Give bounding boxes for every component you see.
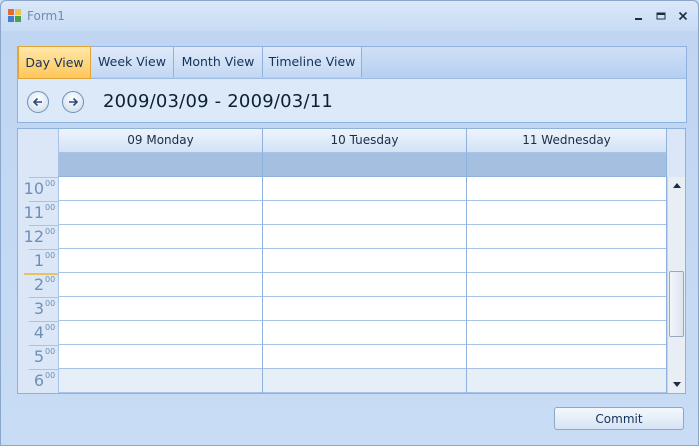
minimize-button[interactable] (629, 7, 649, 25)
triangle-up-icon (673, 183, 681, 188)
time-slot[interactable] (467, 321, 666, 345)
header-corner (18, 129, 59, 177)
tab-week-view[interactable]: Week View (91, 47, 174, 77)
time-slot[interactable] (263, 177, 466, 201)
window-title: Form1 (27, 9, 65, 23)
time-slot[interactable] (263, 201, 466, 225)
time-slot[interactable] (59, 201, 262, 225)
hour-label: 12 00 (18, 225, 58, 249)
current-time-indicator (24, 273, 58, 275)
hour-label: 2 00 (18, 273, 58, 297)
time-slot[interactable] (467, 177, 666, 201)
view-tabs-panel: Day View Week View Month View Timeline V… (17, 46, 687, 123)
title-bar[interactable]: Form1 (1, 1, 698, 31)
scroll-down-button[interactable] (668, 376, 685, 393)
time-slot[interactable] (59, 297, 262, 321)
day-header-tuesday[interactable]: 10 Tuesday (263, 129, 467, 153)
tab-strip: Day View Week View Month View Timeline V… (18, 46, 686, 79)
time-slot[interactable] (467, 201, 666, 225)
time-slot[interactable] (59, 369, 262, 393)
maximize-button[interactable] (651, 7, 671, 25)
time-slot[interactable] (467, 249, 666, 273)
time-slot[interactable] (59, 177, 262, 201)
scheduler-grid: 09 Monday 10 Tuesday 11 Wednesday 10 00 1… (17, 128, 686, 394)
hour-label: 6 00 (18, 369, 58, 393)
scrollbar-header-spacer (667, 129, 685, 177)
day-column-tuesday[interactable] (263, 177, 467, 393)
vertical-scrollbar[interactable] (667, 177, 685, 393)
next-button[interactable] (62, 91, 84, 113)
hour-label: 11 00 (18, 201, 58, 225)
hour-label: 10 00 (18, 177, 58, 201)
scroll-up-button[interactable] (668, 177, 685, 194)
close-icon (678, 11, 688, 21)
hour-label: 5 00 (18, 345, 58, 369)
time-slot[interactable] (263, 345, 466, 369)
app-form-icon (8, 9, 21, 22)
tab-timeline-view[interactable]: Timeline View (263, 47, 362, 77)
time-ruler: 10 00 11 00 12 00 1 00 2 00 3 00 4 00 5 00 6 00 (18, 177, 59, 393)
day-column-monday[interactable] (59, 177, 263, 393)
date-range-label: 2009/03/09 - 2009/03/11 (103, 91, 334, 112)
day-header-monday[interactable]: 09 Monday (59, 129, 263, 153)
main-window: Form1 Day View Week View Month View Time… (0, 0, 699, 446)
previous-button[interactable] (27, 91, 49, 113)
time-slot[interactable] (467, 345, 666, 369)
allday-cell-wednesday[interactable] (467, 153, 667, 176)
time-slot[interactable] (59, 249, 262, 273)
time-slot[interactable] (59, 225, 262, 249)
arrow-right-icon (69, 97, 79, 107)
time-slot[interactable] (467, 369, 666, 393)
time-slot[interactable] (263, 273, 466, 297)
minimize-icon (635, 18, 642, 20)
commit-button[interactable]: Commit (554, 407, 684, 430)
hour-label: 4 00 (18, 321, 58, 345)
triangle-down-icon (673, 382, 681, 387)
time-slot[interactable] (263, 249, 466, 273)
tab-month-view[interactable]: Month View (174, 47, 263, 77)
time-slot[interactable] (263, 297, 466, 321)
maximize-icon (656, 12, 666, 20)
day-column-wednesday[interactable] (467, 177, 667, 393)
hour-label: 1 00 (18, 249, 58, 273)
time-slot[interactable] (263, 225, 466, 249)
close-button[interactable] (673, 7, 693, 25)
time-slot[interactable] (263, 369, 466, 393)
time-slot[interactable] (59, 345, 262, 369)
tab-day-view[interactable]: Day View (18, 46, 91, 79)
scroll-thumb[interactable] (669, 271, 684, 337)
allday-cell-tuesday[interactable] (263, 153, 467, 176)
allday-cell-monday[interactable] (59, 153, 263, 176)
time-slot[interactable] (59, 321, 262, 345)
day-header-wednesday[interactable]: 11 Wednesday (467, 129, 667, 153)
arrow-left-icon (32, 97, 42, 107)
time-slot[interactable] (467, 273, 666, 297)
time-slot[interactable] (467, 225, 666, 249)
time-slot[interactable] (467, 297, 666, 321)
time-slot[interactable] (263, 321, 466, 345)
hour-label: 3 00 (18, 297, 58, 321)
time-slot[interactable] (59, 273, 262, 297)
